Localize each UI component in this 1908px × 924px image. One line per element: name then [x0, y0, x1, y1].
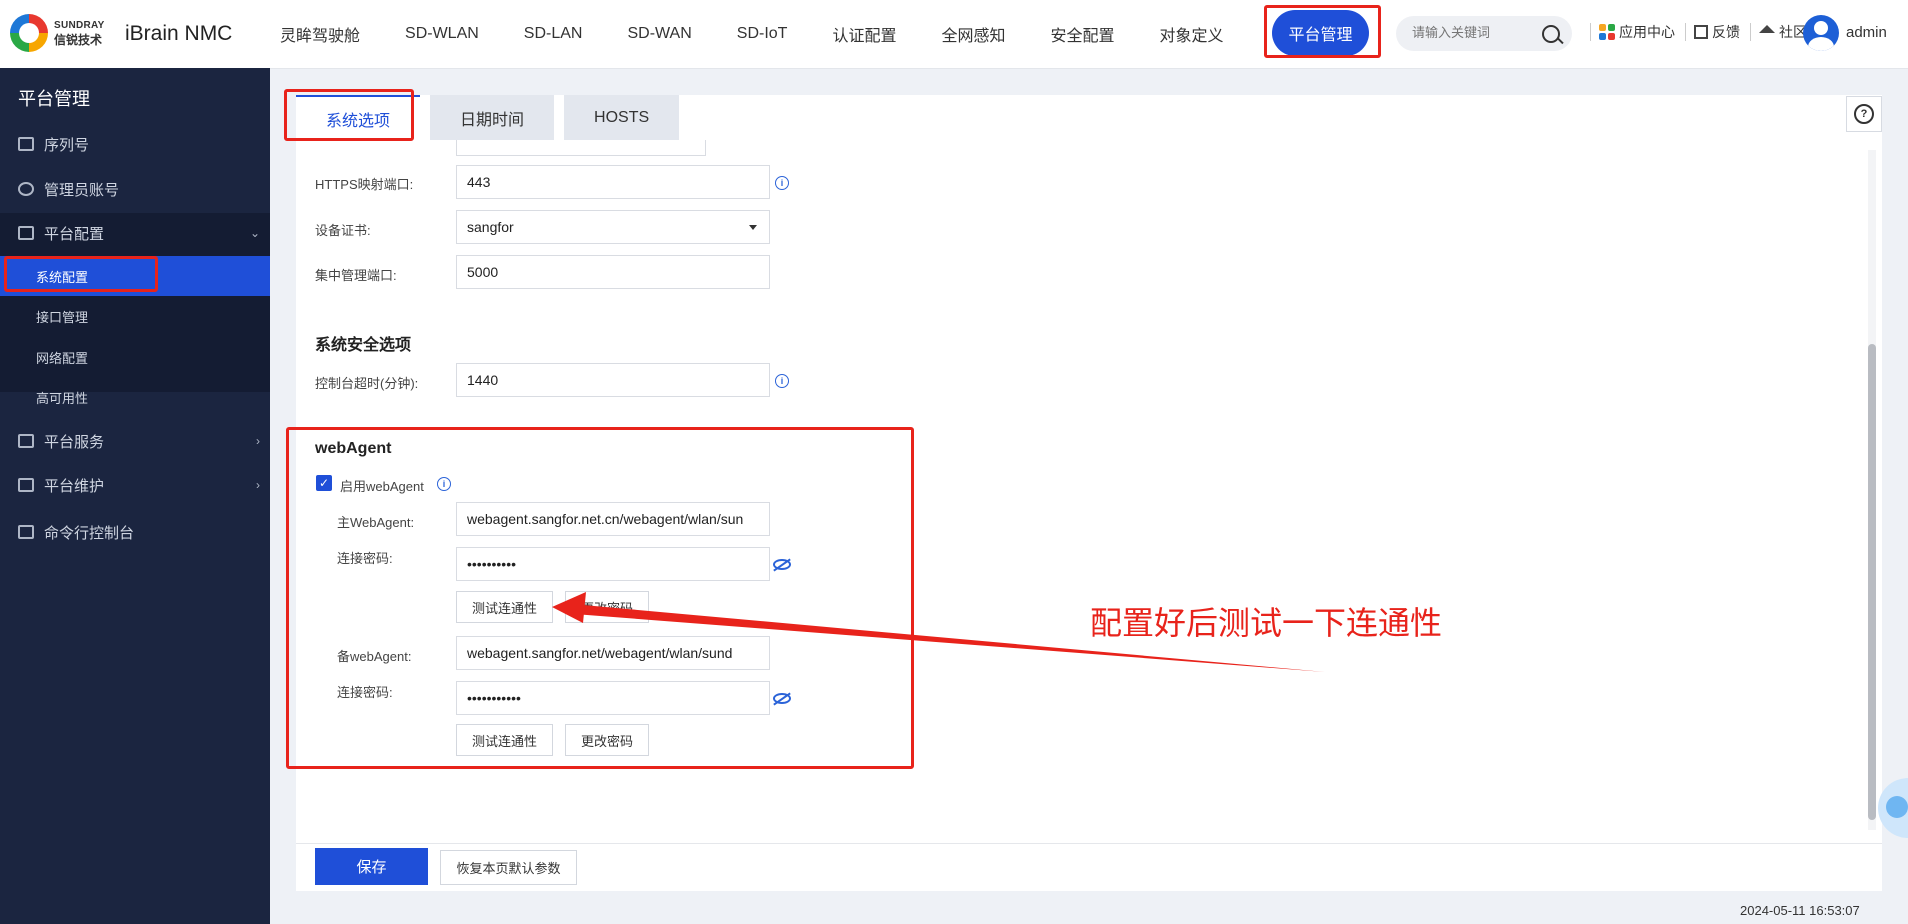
reset-defaults-button[interactable]: 恢复本页默认参数: [440, 850, 577, 885]
timestamp: 2024-05-11 16:53:07: [1740, 903, 1860, 918]
save-button[interactable]: 保存: [315, 848, 428, 885]
annotation-arrow: [552, 592, 1325, 672]
scrollbar[interactable]: [1868, 150, 1876, 830]
scrollbar-thumb[interactable]: [1868, 344, 1876, 820]
annotation-text: 配置好后测试一下连通性: [1090, 605, 1443, 641]
arrow-head: [552, 592, 586, 623]
